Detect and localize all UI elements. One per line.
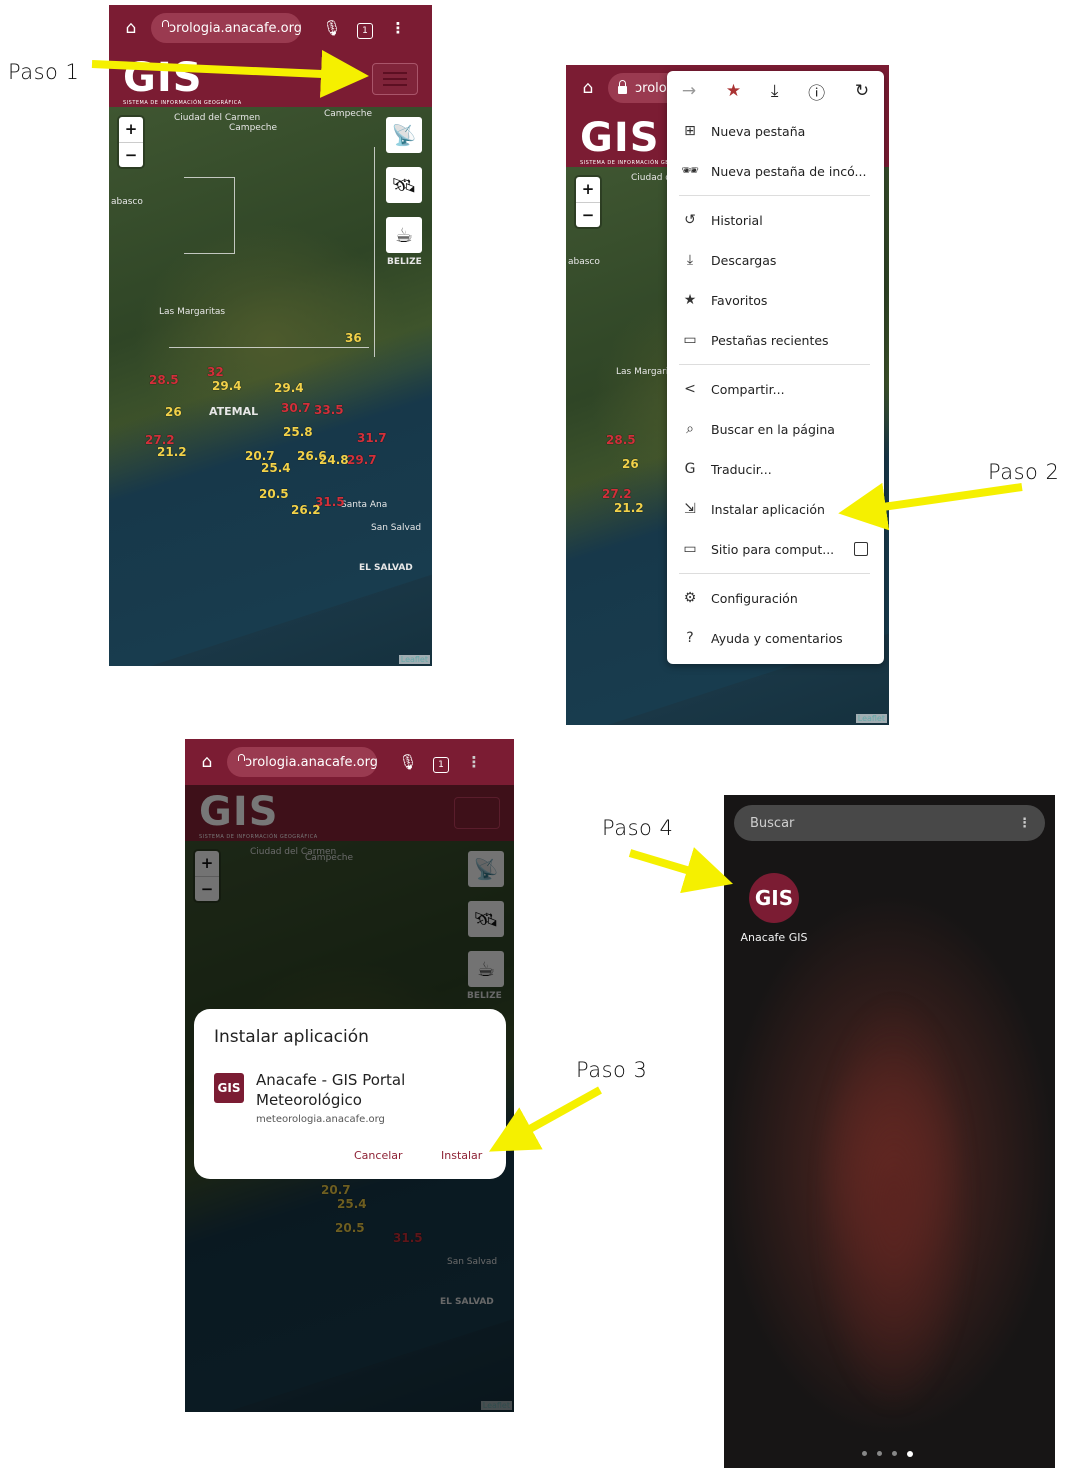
arrow-step-3 xyxy=(489,1086,602,1152)
arrow-step-4 xyxy=(628,847,733,894)
arrow-step-1 xyxy=(91,49,369,98)
arrow-step-2 xyxy=(838,482,1023,531)
annotation-arrows xyxy=(91,49,1023,1152)
